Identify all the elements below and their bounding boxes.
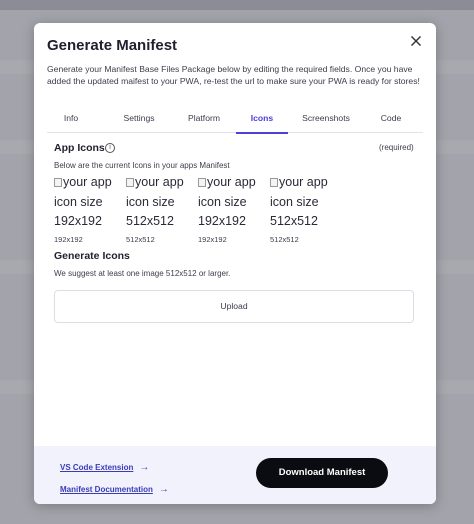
broken-image-icon: your app icon size 192x192 xyxy=(54,173,120,233)
arrow-right-icon: → xyxy=(158,484,169,495)
icon-size: 512x512 xyxy=(126,235,155,244)
icon-size: 192x192 xyxy=(198,235,227,244)
broken-image-icon: your app icon size 192x192 xyxy=(198,173,264,233)
manifest-documentation-label: Manifest Documentation xyxy=(60,485,153,494)
close-icon[interactable] xyxy=(409,34,423,48)
icon-size: 512x512 xyxy=(270,235,299,244)
broken-image-icon: your app icon size 512x512 xyxy=(126,173,192,233)
icon-alt-text: your app icon size 192x192 xyxy=(54,175,112,228)
icon-size: 192x192 xyxy=(54,235,83,244)
info-icon[interactable]: i xyxy=(105,143,115,153)
generate-manifest-modal: Generate Manifest Generate your Manifest… xyxy=(34,23,436,504)
vscode-extension-label: VS Code Extension xyxy=(60,463,134,472)
download-manifest-button[interactable]: Download Manifest xyxy=(256,458,388,488)
icon-alt-text: your app icon size 512x512 xyxy=(270,175,328,228)
broken-image-icon: your app icon size 512x512 xyxy=(270,173,336,233)
icon-alt-text: your app icon size 512x512 xyxy=(126,175,184,228)
modal-title: Generate Manifest xyxy=(47,37,178,54)
generate-icons-subtitle: We suggest at least one image 512x512 or… xyxy=(54,269,231,278)
icon-card: your app icon size 192x192 192x192 xyxy=(198,173,264,244)
tab-info[interactable]: Info xyxy=(49,111,93,133)
tab-icons[interactable]: Icons xyxy=(236,111,288,134)
modal-footer: VS Code Extension → Manifest Documentatio… xyxy=(34,446,436,504)
icon-card: your app icon size 512x512 512x512 xyxy=(126,173,192,244)
arrow-right-icon: → xyxy=(139,462,150,473)
tab-settings[interactable]: Settings xyxy=(117,111,161,133)
upload-button[interactable]: Upload xyxy=(54,290,414,323)
modal-description: Generate your Manifest Base Files Packag… xyxy=(47,64,420,86)
generate-icons-title: Generate Icons xyxy=(54,250,130,262)
vscode-extension-link[interactable]: VS Code Extension → xyxy=(60,462,149,473)
app-icons-subtitle: Below are the current Icons in your apps… xyxy=(54,161,230,170)
app-icons-title: App Icons xyxy=(54,142,105,154)
tab-code[interactable]: Code xyxy=(371,111,411,133)
icon-alt-text: your app icon size 192x192 xyxy=(198,175,256,228)
icon-card: your app icon size 192x192 192x192 xyxy=(54,173,120,244)
manifest-documentation-link[interactable]: Manifest Documentation → xyxy=(60,484,169,495)
required-label: (required) xyxy=(379,143,414,152)
icon-card: your app icon size 512x512 512x512 xyxy=(270,173,336,244)
tab-screenshots[interactable]: Screenshots xyxy=(297,111,355,133)
tab-bar: Info Settings Platform Icons Screenshots… xyxy=(47,111,423,134)
tab-platform[interactable]: Platform xyxy=(179,111,229,133)
